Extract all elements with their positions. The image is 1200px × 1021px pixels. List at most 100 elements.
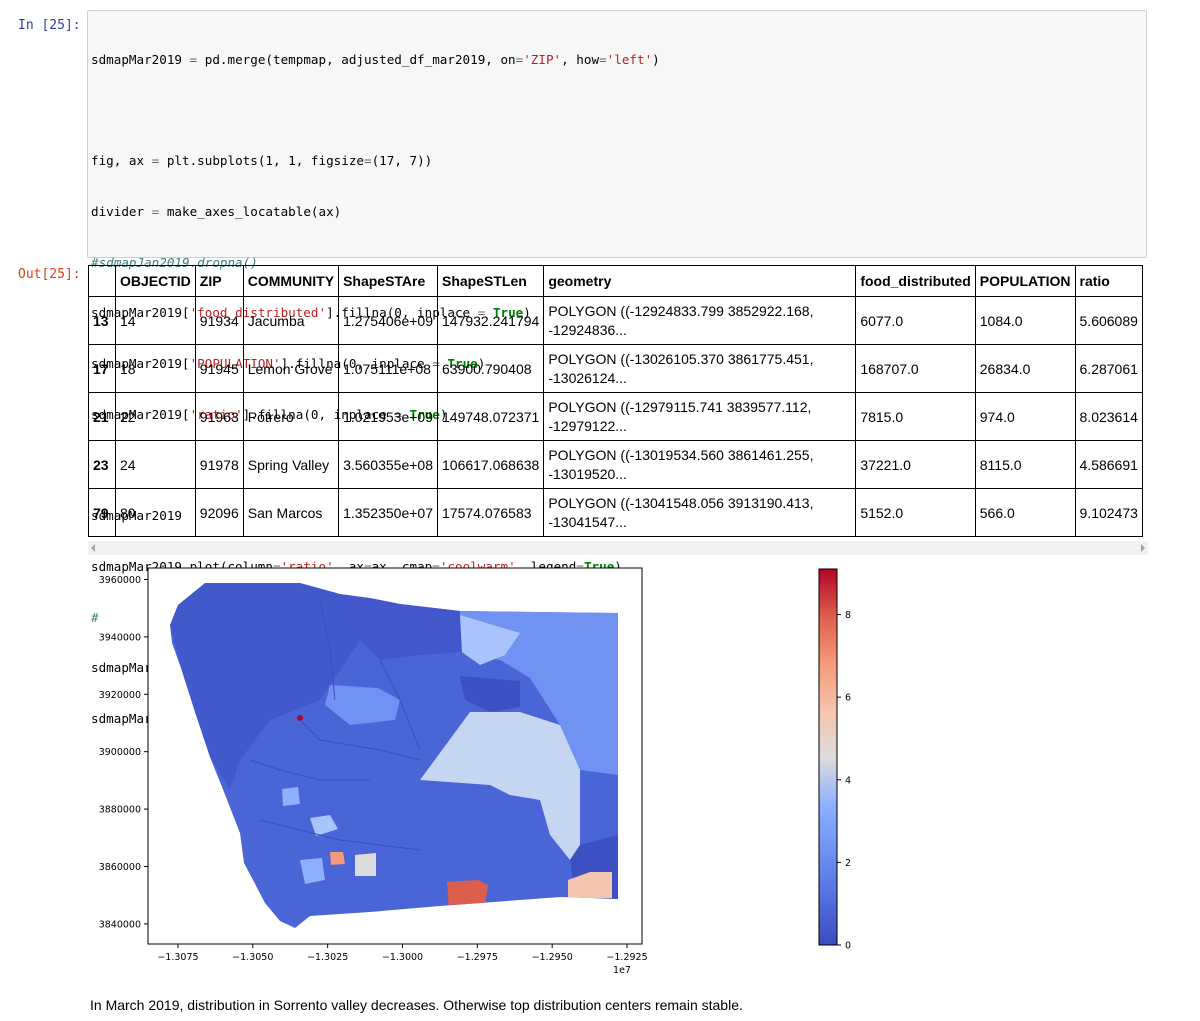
cell-objectid: 24 xyxy=(115,440,196,489)
cell-shapestlen: 149748.072371 xyxy=(436,392,545,441)
cell-objectid: 22 xyxy=(115,392,196,441)
cell-community: Jacumba xyxy=(242,296,340,345)
cell-population: 8115.0 xyxy=(974,440,1076,489)
cell-community: Lemon Grove xyxy=(242,344,340,393)
cell-shapestare: 1.275406e+09 xyxy=(338,296,438,345)
table-row: 79 80 92096 San Marcos 1.352350e+07 1757… xyxy=(88,488,1143,537)
column-header-zip: ZIP xyxy=(194,265,244,297)
y-tick-label: 3840000 xyxy=(99,919,141,930)
cell-ratio: 4.586691 xyxy=(1074,440,1143,489)
column-header-shapestare: ShapeSTAre xyxy=(338,265,438,297)
cell-zip: 91934 xyxy=(194,296,244,345)
cell-population: 566.0 xyxy=(974,488,1076,537)
x-tick-label: −1.2925 xyxy=(606,952,647,963)
y-tick-label: 3860000 xyxy=(99,862,141,873)
cell-community: Potrero xyxy=(242,392,340,441)
column-header-population: POPULATION xyxy=(974,265,1076,297)
cell-zip: 91945 xyxy=(194,344,244,393)
cell-zip: 91963 xyxy=(194,392,244,441)
cell-geometry: POLYGON ((-13041548.056 3913190.413, -13… xyxy=(543,488,857,537)
cell-shapestlen: 63900.790408 xyxy=(436,344,545,393)
column-header-objectid: OBJECTID xyxy=(115,265,196,297)
code-line-3: fig, ax = plt.subplots(1, 1, figsize=(17… xyxy=(91,153,433,169)
y-tick-label: 3900000 xyxy=(99,747,141,758)
x-tick-label: −1.3025 xyxy=(307,952,348,963)
horizontal-scrollbar[interactable] xyxy=(88,541,1148,555)
colorbar xyxy=(818,568,838,946)
colorbar-tick-label: 8 xyxy=(845,610,851,621)
cell-shapestlen: 17574.076583 xyxy=(436,488,545,537)
y-tick-label: 3920000 xyxy=(99,690,141,701)
cell-food-distributed: 37221.0 xyxy=(855,440,976,489)
cell-zip: 91978 xyxy=(194,440,244,489)
y-tick-label: 3880000 xyxy=(99,805,141,816)
plot-output: −1.3075 −1.3050 −1.3025 −1.3000 −1.2975 −1.29… xyxy=(0,560,1200,980)
cell-shapestare: 1.352350e+07 xyxy=(338,488,438,537)
cell-population: 26834.0 xyxy=(974,344,1076,393)
code-line-4: divider = make_axes_locatable(ax) xyxy=(91,203,342,219)
cell-population: 1084.0 xyxy=(974,296,1076,345)
row-index: 17 xyxy=(88,344,116,393)
code-line-1: sdmapMar2019 = pd.merge(tempmap, adjuste… xyxy=(91,51,660,67)
table-row: 17 18 91945 Lemon Grove 1.075111e+08 639… xyxy=(88,344,1143,393)
colorbar-tick-label: 4 xyxy=(845,775,851,786)
x-tick-label: −1.3050 xyxy=(232,952,273,963)
row-index: 23 xyxy=(88,440,116,489)
cell-objectid: 14 xyxy=(115,296,196,345)
row-index: 21 xyxy=(88,392,116,441)
choropleth-figure: −1.3075 −1.3050 −1.3025 −1.3000 −1.2975 −1.29… xyxy=(99,567,851,976)
cell-food-distributed: 6077.0 xyxy=(855,296,976,345)
x-tick-label: −1.3075 xyxy=(157,952,198,963)
cell-ratio: 8.023614 xyxy=(1074,392,1143,441)
x-tick-label: −1.2975 xyxy=(457,952,498,963)
cell-shapestare: 1.021953e+09 xyxy=(338,392,438,441)
scroll-left-icon[interactable] xyxy=(91,544,95,552)
map-regions xyxy=(147,567,643,945)
code-cell[interactable]: sdmapMar2019 = pd.merge(tempmap, adjuste… xyxy=(87,10,1147,726)
cell-geometry: POLYGON ((-12924833.799 3852922.168, -12… xyxy=(543,296,857,345)
table-row: 21 22 91963 Potrero 1.021953e+09 149748.… xyxy=(88,392,1143,441)
cell-shapestare: 3.560355e+08 xyxy=(338,440,438,489)
lemon-grove-region xyxy=(330,852,345,865)
table-row: 23 24 91978 Spring Valley 3.560355e+08 1… xyxy=(88,440,1143,489)
cell-ratio: 9.102473 xyxy=(1074,488,1143,537)
cell-geometry: POLYGON ((-12979115.741 3839577.112, -12… xyxy=(543,392,857,441)
colorbar-tick-label: 2 xyxy=(845,858,851,869)
table-row: 13 14 91934 Jacumba 1.275406e+09 147932.… xyxy=(88,296,1143,345)
cell-community: Spring Valley xyxy=(242,440,340,489)
cell-food-distributed: 168707.0 xyxy=(855,344,976,393)
x-tick-label: −1.3000 xyxy=(382,952,423,963)
dataframe-table: OBJECTID ZIP COMMUNITY ShapeSTAre ShapeS… xyxy=(88,265,1143,537)
column-header-shapestlen: ShapeSTLen xyxy=(436,265,545,297)
row-index: 13 xyxy=(88,296,116,345)
cell-ratio: 6.287061 xyxy=(1074,344,1143,393)
cell-food-distributed: 5152.0 xyxy=(855,488,976,537)
cell-objectid: 18 xyxy=(115,344,196,393)
table-header-row: OBJECTID ZIP COMMUNITY ShapeSTAre ShapeS… xyxy=(88,265,1143,297)
cell-shapestlen: 106617.068638 xyxy=(436,440,545,489)
markdown-cell: In March 2019, distribution in Sorrento … xyxy=(90,997,743,1013)
column-header-community: COMMUNITY xyxy=(242,265,340,297)
cell-shapestlen: 147932.241794 xyxy=(436,296,545,345)
cell-objectid: 80 xyxy=(115,488,196,537)
x-tick-label: −1.2950 xyxy=(532,952,573,963)
input-prompt: In [25]: xyxy=(18,18,81,33)
output-prompt: Out[25]: xyxy=(18,267,81,282)
x-axis: −1.3075 −1.3050 −1.3025 −1.3000 −1.2975 −1.29… xyxy=(157,944,648,963)
colorbar-tick-label: 6 xyxy=(845,693,851,704)
x-axis-offset-label: 1e7 xyxy=(613,965,631,976)
column-header-food-distributed: food_distributed xyxy=(855,265,976,297)
cell-geometry: POLYGON ((-13019534.560 3861461.255, -13… xyxy=(543,440,857,489)
cell-shapestare: 1.075111e+08 xyxy=(338,344,438,393)
cell-population: 974.0 xyxy=(974,392,1076,441)
scroll-right-icon[interactable] xyxy=(1141,544,1145,552)
row-index: 79 xyxy=(88,488,116,537)
coastal-light-region-1 xyxy=(282,787,300,806)
column-header-ratio: ratio xyxy=(1074,265,1143,297)
y-tick-label: 3960000 xyxy=(99,575,141,586)
cell-community: San Marcos xyxy=(242,488,340,537)
column-header-geometry: geometry xyxy=(543,265,857,297)
spring-valley-region xyxy=(355,853,376,876)
cell-ratio: 5.606089 xyxy=(1074,296,1143,345)
